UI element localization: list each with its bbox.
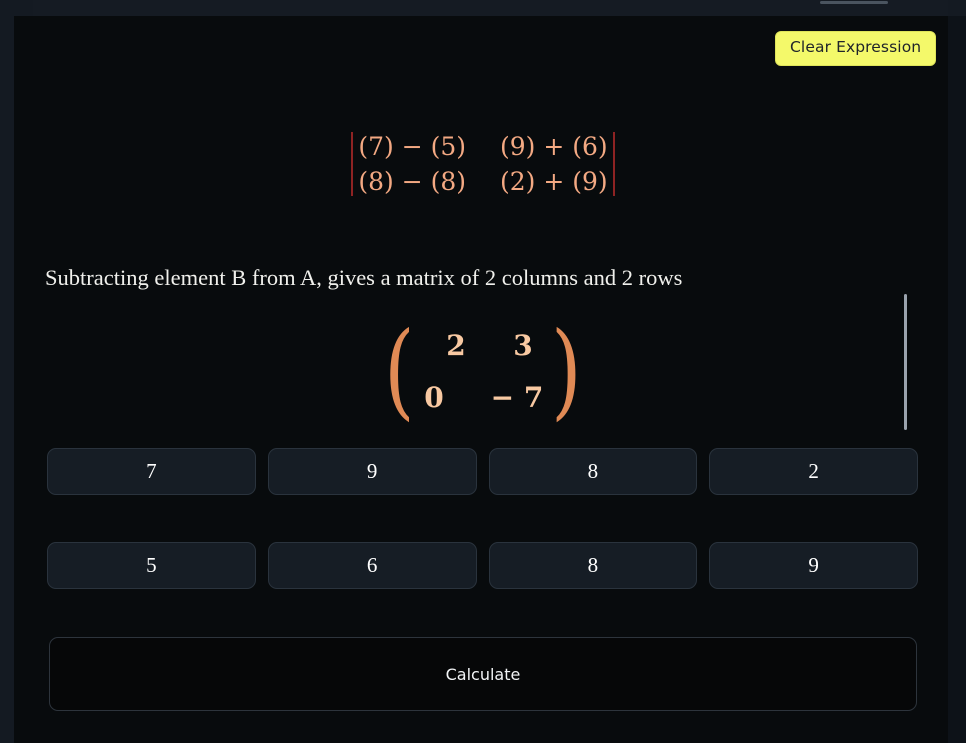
keypad-row-2: 5 6 8 9 — [47, 542, 918, 589]
keypad-button-b2[interactable]: 6 — [267, 542, 477, 589]
result-cell-r2c1: 0 — [424, 381, 444, 415]
keypad-button-b1[interactable]: 5 — [47, 542, 256, 589]
keypad-button-b4[interactable]: 9 — [709, 542, 918, 589]
result-cell-r1c1: 2 — [446, 329, 466, 363]
calculate-button[interactable]: Calculate — [49, 637, 917, 711]
expression-cell-r1c1: (7) − (5) — [358, 132, 466, 161]
result-cell-r1c2: 3 — [513, 329, 533, 363]
result-description: Subtracting element B from A, gives a ma… — [45, 265, 683, 290]
expression-right-delimiter — [612, 132, 615, 196]
keypad-button-a2[interactable]: 9 — [267, 448, 477, 495]
result-cell-r2c2: − 7 — [490, 381, 544, 415]
expression-grid: (7) − (5) (9) + (6) (8) − (8) (2) + (9) — [353, 130, 612, 198]
chrome-toolbar-partial — [33, 0, 948, 17]
keypad-row-1: 7 9 8 2 — [47, 448, 918, 495]
result-grid: 2 3 0 − 7 — [416, 329, 550, 414]
expression-cell-r1c2: (9) + (6) — [500, 132, 608, 161]
clear-expression-button[interactable]: Clear Expression — [775, 31, 937, 66]
expression-cell-r2c1: (8) − (8) — [358, 167, 466, 196]
keypad-button-a1[interactable]: 7 — [47, 448, 256, 495]
expression-display: (7) − (5) (9) + (6) (8) − (8) (2) + (9) — [0, 130, 966, 198]
expression-cell-r2c2: (2) + (9) — [500, 167, 608, 196]
result-display: ( 2 3 0 − 7 ) — [0, 309, 966, 431]
expression-matrix: (7) − (5) (9) + (6) (8) − (8) (2) + (9) — [351, 130, 615, 198]
keypad-button-b3[interactable]: 8 — [488, 542, 698, 589]
app-window: Clear Expression (7) − (5) (9) + (6) (8)… — [0, 0, 966, 743]
result-matrix: ( 2 3 0 − 7 ) — [379, 309, 586, 431]
browser-chrome-strip — [0, 0, 966, 17]
result-close-paren: ) — [551, 309, 582, 431]
keypad-button-a4[interactable]: 2 — [709, 448, 918, 495]
chrome-control-fragment — [820, 1, 888, 4]
keypad-button-a3[interactable]: 8 — [488, 448, 698, 495]
